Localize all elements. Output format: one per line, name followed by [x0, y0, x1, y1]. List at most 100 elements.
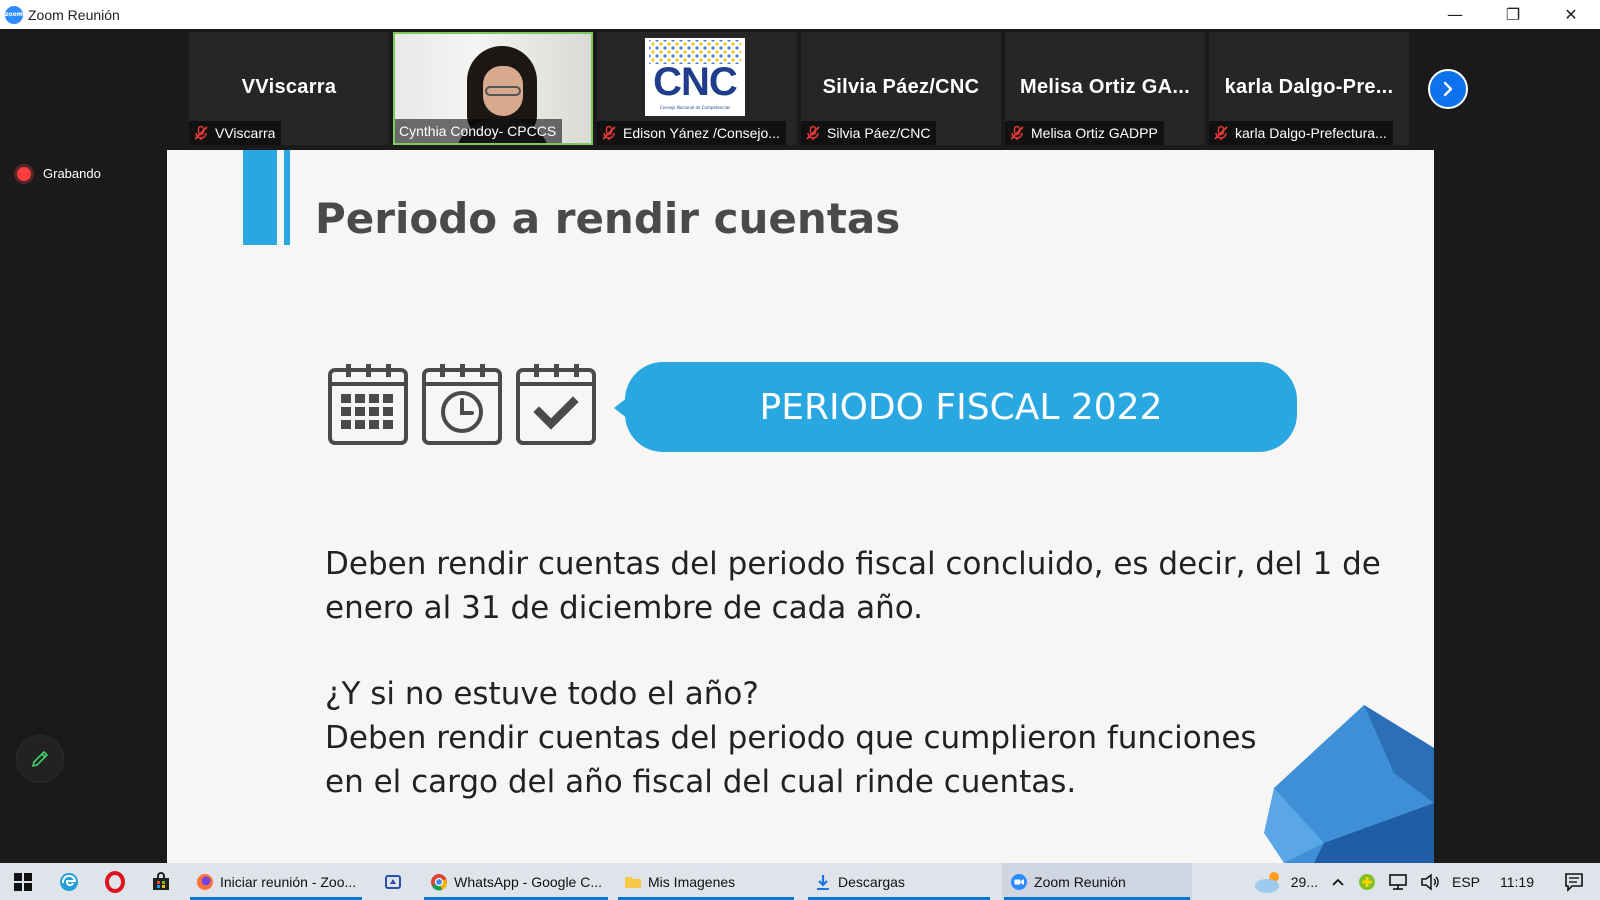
participant-name-bar: Melisa Ortiz GADPP	[1005, 121, 1164, 145]
edge-icon	[60, 872, 78, 891]
participant-label: Edison Yánez /Consejo...	[623, 125, 780, 141]
next-participants-button[interactable]	[1428, 69, 1468, 109]
weather-widget[interactable]: 29...	[1247, 863, 1324, 900]
participant-display-name: VViscarra	[241, 76, 337, 98]
calendar-check-icon	[516, 364, 596, 445]
network-icon	[1389, 873, 1407, 890]
close-button[interactable]: ✕	[1542, 0, 1600, 29]
weather-cloud-sun-icon	[1254, 871, 1279, 893]
opera-browser-button[interactable]	[92, 863, 138, 900]
windows-taskbar: Iniciar reunión - Zoo... WhatsApp - Goog…	[0, 863, 1600, 900]
muted-mic-icon	[806, 125, 820, 140]
calendar-grid-icon	[328, 364, 408, 445]
taskbar-app-descargas[interactable]: Descargas	[806, 863, 992, 900]
meeting-area: VViscarra VViscarra Cynthia Condoy- CPCC…	[0, 29, 1600, 863]
input-language-button[interactable]: ESP	[1446, 863, 1486, 900]
window-titlebar: zoom Zoom Reunión — ❐ ✕	[0, 0, 1600, 29]
participant-strip: VViscarra VViscarra Cynthia Condoy- CPCC…	[189, 32, 1413, 149]
participant-display-name: Silvia Páez/CNC	[822, 76, 980, 98]
shield-plus-icon	[1358, 873, 1375, 890]
participant-label: Melisa Ortiz GADPP	[1031, 125, 1158, 141]
taskbar-app-label: Descargas	[838, 873, 905, 890]
participant-name-bar: karla Dalgo-Prefectura...	[1209, 121, 1393, 145]
participant-name-bar: Cynthia Condoy- CPCCS	[395, 119, 563, 143]
taskbar-app-generic[interactable]	[376, 863, 416, 900]
calendar-icons	[327, 362, 609, 446]
pencil-icon	[32, 751, 48, 767]
store-bag-icon	[153, 871, 169, 890]
volume-button[interactable]	[1414, 863, 1446, 900]
slide-answer-line: Deben rendir cuentas del periodo que cum…	[325, 720, 1257, 756]
windows-logo-icon	[14, 872, 32, 891]
show-hidden-icons-button[interactable]	[1324, 863, 1352, 900]
decorative-shape	[1264, 705, 1434, 863]
taskbar-app-whatsapp-chrome[interactable]: WhatsApp - Google C...	[422, 863, 610, 900]
participant-tile[interactable]: Silvia Páez/CNC Silvia Páez/CNC	[801, 32, 1001, 145]
title-accent-bar-thin	[284, 150, 290, 245]
participant-tile-active-speaker[interactable]: Cynthia Condoy- CPCCS	[393, 32, 593, 145]
slide-answer-line: en el cargo del año fiscal del cual rind…	[325, 764, 1077, 800]
participant-tile[interactable]: VViscarra VViscarra	[189, 32, 389, 145]
window-controls: — ❐ ✕	[1426, 0, 1600, 29]
muted-mic-icon	[1010, 125, 1024, 140]
taskbar-app-label: WhatsApp - Google C...	[454, 873, 603, 890]
system-tray: 29... ESP 11:19	[1247, 863, 1600, 900]
participant-display-name: Melisa Ortiz GA...	[1020, 76, 1190, 98]
app-icon	[385, 874, 402, 889]
edge-browser-button[interactable]	[46, 863, 92, 900]
slide-paragraph-line: enero al 31 de diciembre de cada año.	[325, 590, 924, 626]
recording-indicator[interactable]: Grabando	[17, 166, 101, 181]
participant-tile[interactable]: Melisa Ortiz GA... Melisa Ortiz GADPP	[1005, 32, 1205, 145]
opera-icon	[105, 870, 125, 893]
calendar-clock-icon	[422, 364, 502, 445]
speaker-icon	[1421, 872, 1439, 891]
muted-mic-icon	[602, 125, 616, 140]
recording-label: Grabando	[43, 166, 101, 181]
participant-label: Cynthia Condoy- CPCCS	[399, 123, 557, 139]
download-folder-icon	[817, 874, 830, 890]
zoom-icon	[1011, 873, 1028, 890]
notifications-button[interactable]	[1548, 863, 1600, 900]
participant-label: karla Dalgo-Prefectura...	[1235, 125, 1387, 141]
taskbar-app-label: Mis Imagenes	[648, 873, 736, 890]
taskbar-app-label: Zoom Reunión	[1034, 873, 1126, 890]
fiscal-period-badge: PERIODO FISCAL 2022	[625, 362, 1297, 452]
taskbar-app-mis-imagenes[interactable]: Mis Imagenes	[616, 863, 796, 900]
maximize-button[interactable]: ❐	[1484, 0, 1542, 29]
chevron-up-icon	[1332, 878, 1344, 886]
network-button[interactable]	[1382, 863, 1414, 900]
slide-question: ¿Y si no estuve todo el año?	[325, 676, 759, 712]
firefox-icon	[197, 873, 213, 890]
muted-mic-icon	[194, 125, 208, 140]
chevron-right-icon	[1443, 81, 1453, 97]
participant-label: VViscarra	[215, 125, 276, 141]
weather-temperature: 29...	[1290, 873, 1318, 890]
cnc-logo: CNC Consejo Nacional de Competencias	[645, 38, 745, 116]
participant-tile[interactable]: karla Dalgo-Pre... karla Dalgo-Prefectur…	[1209, 32, 1409, 145]
muted-mic-icon	[1214, 125, 1228, 140]
tray-app-icon[interactable]	[1352, 863, 1382, 900]
taskbar-app-label: Iniciar reunión - Zoo...	[220, 873, 357, 890]
store-button[interactable]	[138, 863, 184, 900]
participant-name-bar: Silvia Páez/CNC	[801, 121, 937, 145]
chrome-icon	[431, 873, 448, 891]
taskbar-clock[interactable]: 11:19	[1486, 863, 1548, 900]
participant-label: Silvia Páez/CNC	[827, 125, 931, 141]
taskbar-app-zoom-reunion[interactable]: Zoom Reunión	[1002, 863, 1193, 900]
taskbar-app-zoom-firefox[interactable]: Iniciar reunión - Zoo...	[188, 863, 364, 900]
shared-screen-slide: Periodo a rendir cuentas PERIODO FISCAL …	[167, 150, 1434, 863]
participant-name-bar: VViscarra	[189, 121, 282, 145]
recording-dot-icon	[17, 166, 31, 181]
zoom-app-icon: zoom	[5, 5, 23, 24]
start-button[interactable]	[0, 863, 46, 900]
annotate-button[interactable]	[16, 735, 64, 783]
participant-tile[interactable]: CNC Consejo Nacional de Competencias Edi…	[597, 32, 797, 145]
participant-display-name: karla Dalgo-Pre...	[1224, 76, 1394, 98]
participant-name-bar: Edison Yánez /Consejo...	[597, 121, 786, 145]
minimize-button[interactable]: —	[1426, 0, 1484, 29]
window-title: Zoom Reunión	[28, 6, 120, 23]
folder-icon	[625, 876, 642, 888]
notification-center-icon	[1565, 872, 1583, 892]
title-accent-bar	[243, 150, 277, 245]
slide-title: Periodo a rendir cuentas	[315, 194, 901, 243]
